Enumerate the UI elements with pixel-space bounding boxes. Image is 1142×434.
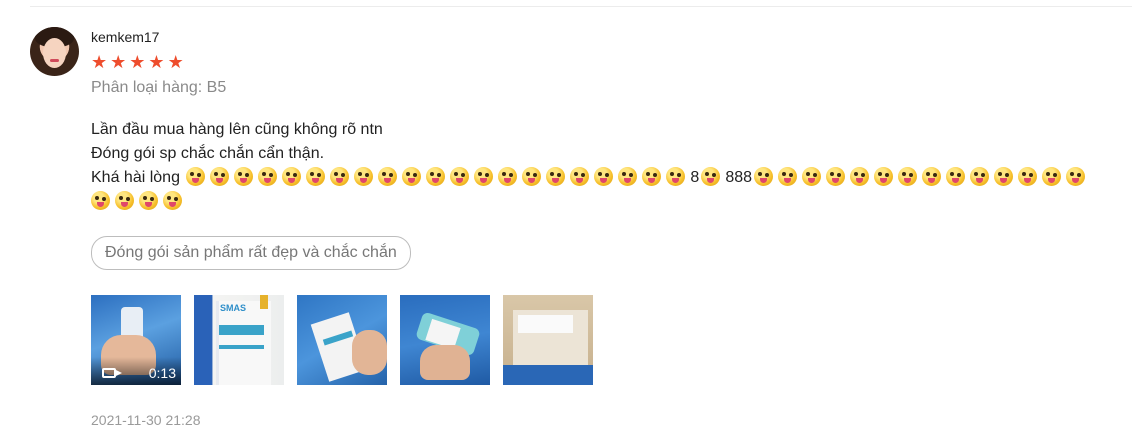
zany-face-emoji	[474, 167, 494, 186]
box-stripe	[219, 325, 264, 335]
zany-face-emoji	[594, 167, 614, 186]
zany-face-emoji	[970, 167, 990, 186]
image-thumbnail[interactable]	[297, 295, 387, 385]
comment-inline-text: 888	[725, 169, 753, 186]
zany-face-emoji	[91, 191, 110, 210]
star-icon: ★	[167, 52, 184, 72]
star-icon: ★	[129, 52, 146, 72]
zany-face-emoji	[282, 167, 302, 186]
comment-line-1: Lần đầu mua hàng lên cũng không rõ ntn	[91, 121, 383, 138]
zany-face-emoji	[850, 167, 870, 186]
zany-face-emoji	[994, 167, 1014, 186]
avatar[interactable]	[30, 27, 79, 76]
comment-line-3-text: Khá hài lòng	[91, 169, 180, 186]
hand	[352, 330, 387, 375]
zany-face-emoji	[115, 191, 134, 210]
comment-line-2: Đóng gói sp chắc chắn cẩn thận.	[91, 145, 325, 162]
zany-face-emoji	[498, 167, 518, 186]
product-box	[216, 301, 271, 385]
zany-face-emoji	[922, 167, 942, 186]
zany-face-emoji	[1042, 167, 1062, 186]
zany-face-emoji	[1018, 167, 1038, 186]
zany-face-emoji	[1066, 167, 1086, 186]
zany-face-emoji	[874, 167, 894, 186]
box-stripe	[219, 345, 264, 349]
zany-face-emoji	[642, 167, 662, 186]
product-variation: Phân loại hàng: B5	[91, 79, 227, 96]
hand	[420, 345, 470, 380]
zany-face-emoji	[306, 167, 326, 186]
image-thumbnail[interactable]	[400, 295, 490, 385]
zany-face-emoji	[186, 167, 206, 186]
product-brand: SMAS	[220, 303, 247, 313]
bottle-cap	[260, 295, 268, 309]
comment-inline-text: 8	[690, 169, 700, 186]
zany-face-emoji	[546, 167, 566, 186]
zany-face-emoji	[570, 167, 590, 186]
zany-face-emoji	[378, 167, 398, 186]
username: kemkem17	[91, 29, 160, 45]
zany-face-emoji	[330, 167, 350, 186]
star-icon: ★	[110, 52, 127, 72]
zany-face-emoji	[210, 167, 230, 186]
star-icon: ★	[148, 52, 165, 72]
zany-face-emoji	[778, 167, 798, 186]
zany-face-emoji	[402, 167, 422, 186]
star-icon: ★	[91, 52, 108, 72]
shipping-label	[518, 315, 573, 333]
review-tag-chip: Đóng gói sản phẩm rất đẹp và chắc chắn	[91, 236, 411, 270]
video-duration: 0:13	[148, 365, 176, 381]
zany-face-emoji	[426, 167, 446, 186]
zany-face-emoji	[139, 191, 158, 210]
zany-face-emoji	[754, 167, 774, 186]
zany-face-emoji	[450, 167, 470, 186]
zany-face-emoji	[618, 167, 638, 186]
top-divider	[30, 6, 1132, 7]
zany-face-emoji	[354, 167, 374, 186]
image-thumbnail[interactable]: SMAS	[194, 295, 284, 385]
avatar-face	[43, 38, 66, 68]
avatar-lip	[50, 59, 59, 62]
zany-face-emoji	[522, 167, 542, 186]
rating-stars: ★ ★ ★ ★ ★	[91, 53, 184, 71]
zany-face-emoji	[163, 191, 182, 210]
zany-face-emoji	[946, 167, 966, 186]
zany-face-emoji	[701, 167, 721, 186]
comment-line-3: Khá hài lòng 8 888	[91, 166, 1131, 190]
floor	[503, 365, 593, 385]
zany-face-emoji	[826, 167, 846, 186]
zany-face-emoji	[258, 167, 278, 186]
zany-face-emoji	[802, 167, 822, 186]
comment-line-4	[91, 190, 1131, 214]
video-thumbnail[interactable]: 0:13	[91, 295, 181, 385]
image-thumbnail[interactable]	[503, 295, 593, 385]
review-timestamp: 2021-11-30 21:28	[91, 412, 201, 428]
zany-face-emoji	[234, 167, 254, 186]
zany-face-emoji	[666, 167, 686, 186]
video-camera-icon	[102, 368, 122, 378]
zany-face-emoji	[898, 167, 918, 186]
review-comment: Lần đầu mua hàng lên cũng không rõ ntn Đ…	[91, 118, 1131, 214]
media-gallery: 0:13 SMAS	[91, 295, 593, 385]
